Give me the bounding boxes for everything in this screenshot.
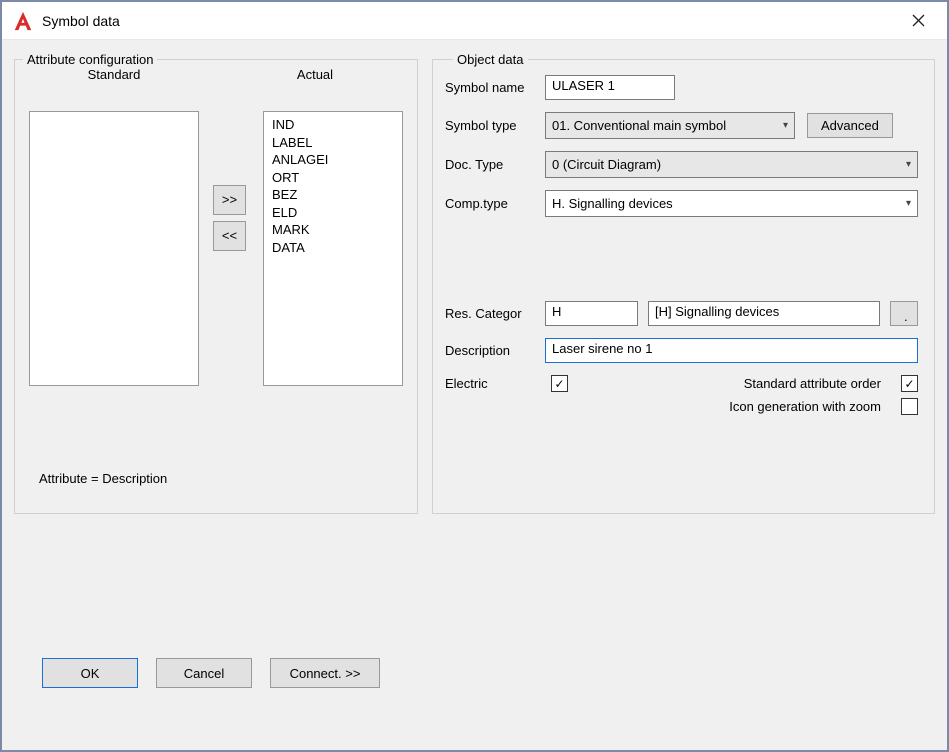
list-item[interactable]: LABEL — [272, 134, 394, 152]
dialog-buttons: OK Cancel Connect. >> — [42, 658, 380, 688]
chevron-down-icon: ▾ — [783, 120, 788, 131]
standard-header: Standard — [15, 67, 213, 82]
electric-checkbox[interactable]: ✓ — [551, 375, 568, 392]
object-legend: Object data — [453, 52, 528, 67]
icon-gen-label: Icon generation with zoom — [729, 399, 881, 414]
list-item[interactable]: BEZ — [272, 186, 394, 204]
doc-type-select[interactable]: 0 (Circuit Diagram) ▾ — [545, 151, 918, 178]
autocad-icon — [12, 10, 34, 32]
electric-label: Electric — [445, 376, 545, 391]
comp-type-label: Comp.type — [445, 196, 545, 211]
move-right-button[interactable]: >> — [213, 185, 246, 215]
symbol-name-field[interactable]: ULASER 1 — [545, 75, 675, 100]
attribute-configuration-panel: Attribute configuration Standard Actual … — [14, 52, 418, 514]
res-categor-desc-field[interactable]: [H] Signalling devices — [648, 301, 880, 326]
symbol-type-value: 01. Conventional main symbol — [552, 118, 726, 133]
actual-header: Actual — [213, 67, 417, 82]
list-item[interactable]: ANLAGEI — [272, 151, 394, 169]
title-bar: Symbol data — [2, 2, 947, 40]
description-field[interactable]: Laser sirene no 1 — [545, 338, 918, 363]
res-categor-label: Res. Categor — [445, 306, 545, 321]
cancel-button[interactable]: Cancel — [156, 658, 252, 688]
res-categor-code-field[interactable]: H — [545, 301, 638, 326]
attribute-footer: Attribute = Description — [39, 471, 167, 486]
actual-listbox[interactable]: IND LABEL ANLAGEI ORT BEZ ELD MARK DATA — [263, 111, 403, 386]
standard-listbox[interactable] — [29, 111, 199, 386]
comp-type-value: H. Signalling devices — [552, 196, 673, 211]
move-left-button[interactable]: << — [213, 221, 246, 251]
close-button[interactable] — [897, 6, 939, 36]
advanced-button[interactable]: Advanced — [807, 113, 893, 138]
description-label: Description — [445, 343, 545, 358]
list-item[interactable]: DATA — [272, 239, 394, 257]
icon-gen-checkbox[interactable] — [901, 398, 918, 415]
std-attr-order-checkbox[interactable]: ✓ — [901, 375, 918, 392]
connect-button[interactable]: Connect. >> — [270, 658, 380, 688]
symbol-name-label: Symbol name — [445, 80, 545, 95]
chevron-down-icon: ▾ — [906, 198, 911, 209]
list-item[interactable]: ORT — [272, 169, 394, 187]
list-item[interactable]: ELD — [272, 204, 394, 222]
std-attr-order-label: Standard attribute order — [744, 376, 881, 391]
symbol-type-select[interactable]: 01. Conventional main symbol ▾ — [545, 112, 795, 139]
attribute-headers: Standard Actual — [15, 67, 417, 82]
comp-type-select[interactable]: H. Signalling devices ▾ — [545, 190, 918, 217]
res-categor-browse-button[interactable]: . . — [890, 301, 918, 326]
ok-button[interactable]: OK — [42, 658, 138, 688]
attribute-legend: Attribute configuration — [23, 52, 157, 67]
chevron-down-icon: ▾ — [906, 159, 911, 170]
list-item[interactable]: IND — [272, 116, 394, 134]
list-item[interactable]: MARK — [272, 221, 394, 239]
symbol-type-label: Symbol type — [445, 118, 545, 133]
object-data-panel: Object data Symbol name ULASER 1 Symbol … — [432, 52, 935, 514]
window-title: Symbol data — [42, 13, 120, 29]
doc-type-value: 0 (Circuit Diagram) — [552, 157, 661, 172]
doc-type-label: Doc. Type — [445, 157, 545, 172]
dialog-body: Attribute configuration Standard Actual … — [2, 40, 947, 750]
